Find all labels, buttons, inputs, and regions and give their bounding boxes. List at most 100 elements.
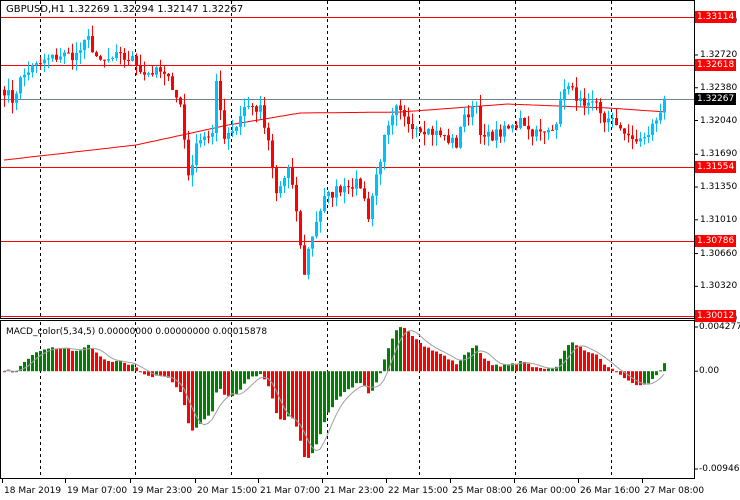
price-panel-frame bbox=[0, 0, 695, 319]
macd-histogram-bar bbox=[583, 350, 586, 372]
macd-histogram-bar bbox=[135, 367, 138, 372]
macd-histogram-bar bbox=[647, 371, 650, 384]
macd-axis-label: 0.0042770 bbox=[699, 322, 740, 332]
bullish-candle bbox=[519, 117, 522, 129]
macd-histogram-bar bbox=[587, 352, 590, 372]
macd-histogram-bar bbox=[303, 371, 306, 458]
bearish-candle bbox=[419, 128, 422, 132]
bearish-candle bbox=[539, 129, 542, 132]
bullish-candle bbox=[395, 105, 398, 116]
macd-histogram-bar bbox=[439, 353, 442, 372]
macd-histogram-bar bbox=[315, 371, 318, 445]
bearish-candle bbox=[71, 52, 74, 61]
bearish-candle bbox=[359, 178, 362, 189]
bullish-candle bbox=[643, 137, 646, 139]
bullish-candle bbox=[427, 128, 430, 135]
macd-histogram-bar bbox=[619, 371, 622, 375]
macd-histogram-bar bbox=[359, 371, 362, 384]
bullish-candle bbox=[195, 143, 198, 165]
macd-histogram-bar bbox=[531, 367, 534, 372]
bearish-candle bbox=[399, 105, 402, 111]
trading-chart[interactable] bbox=[0, 0, 740, 500]
bearish-candle bbox=[267, 127, 270, 141]
bullish-candle bbox=[307, 248, 310, 275]
macd-histogram-bar bbox=[383, 359, 386, 372]
bullish-candle bbox=[239, 116, 242, 127]
macd-histogram-bar bbox=[335, 371, 338, 400]
bearish-candle bbox=[99, 56, 102, 60]
macd-histogram-bar bbox=[547, 368, 550, 372]
macd-histogram-bar bbox=[471, 348, 474, 372]
bullish-candle bbox=[463, 114, 466, 127]
bearish-candle bbox=[351, 187, 354, 189]
macd-histogram-bar bbox=[479, 353, 482, 372]
bullish-candle bbox=[199, 140, 202, 144]
bullish-candle bbox=[107, 59, 110, 61]
bearish-candle bbox=[255, 106, 258, 112]
macd-histogram-bar bbox=[643, 371, 646, 385]
bullish-candle bbox=[371, 195, 374, 220]
macd-histogram-bar bbox=[331, 371, 334, 408]
price-axis-label: 1.31350 bbox=[700, 182, 738, 193]
macd-histogram-bar bbox=[287, 371, 290, 417]
price-axis-label: 1.31010 bbox=[700, 214, 738, 225]
bullish-candle bbox=[559, 100, 562, 125]
bearish-candle bbox=[443, 135, 446, 137]
bearish-candle bbox=[3, 89, 6, 96]
bullish-candle bbox=[323, 196, 326, 211]
macd-histogram-bar bbox=[459, 360, 462, 372]
bullish-candle bbox=[311, 236, 314, 249]
bullish-candle bbox=[319, 210, 322, 222]
macd-histogram-bar bbox=[431, 350, 434, 372]
bullish-candle bbox=[131, 55, 134, 61]
bullish-candle bbox=[387, 125, 390, 135]
time-axis-label: 25 Mar 08:00 bbox=[452, 486, 513, 496]
macd-histogram-bar bbox=[79, 350, 82, 372]
bullish-candle bbox=[283, 177, 286, 187]
price-axis-label: 1.31690 bbox=[700, 149, 738, 160]
bearish-candle bbox=[527, 125, 530, 130]
bullish-candle bbox=[415, 128, 418, 130]
macd-histogram-bar bbox=[455, 364, 458, 372]
bearish-candle bbox=[627, 133, 630, 136]
macd-histogram-bar bbox=[591, 353, 594, 372]
macd-histogram-bar bbox=[283, 371, 286, 421]
bearish-candle bbox=[91, 35, 94, 53]
macd-histogram-bar bbox=[659, 370, 662, 372]
macd-histogram-bar bbox=[247, 371, 250, 380]
macd-histogram-bar bbox=[179, 371, 182, 393]
bullish-candle bbox=[155, 67, 158, 75]
bearish-candle bbox=[635, 139, 638, 142]
bullish-candle bbox=[83, 39, 86, 51]
time-axis-label: 22 Mar 15:00 bbox=[388, 486, 449, 496]
macd-histogram-bar bbox=[279, 371, 282, 420]
macd-histogram-bar bbox=[451, 360, 454, 372]
macd-histogram-bar bbox=[39, 350, 42, 372]
bullish-candle bbox=[327, 191, 330, 197]
macd-histogram-bar bbox=[371, 371, 374, 391]
bullish-candle bbox=[259, 105, 262, 112]
bearish-candle bbox=[263, 105, 266, 128]
macd-histogram-bar bbox=[35, 352, 38, 372]
macd-histogram-bar bbox=[615, 371, 618, 373]
bullish-candle bbox=[79, 50, 82, 53]
time-axis-label: 26 Mar 00:00 bbox=[516, 486, 577, 496]
bullish-candle bbox=[227, 132, 230, 139]
macd-histogram-bar bbox=[379, 371, 382, 374]
bearish-candle bbox=[187, 139, 190, 176]
bullish-candle bbox=[203, 136, 206, 141]
bullish-candle bbox=[235, 126, 238, 132]
macd-axis-label: -0.009461 bbox=[699, 464, 740, 474]
bullish-candle bbox=[27, 72, 30, 75]
bullish-candle bbox=[567, 86, 570, 90]
macd-histogram-bar bbox=[427, 347, 430, 372]
bearish-candle bbox=[119, 52, 122, 54]
macd-histogram-bar bbox=[123, 362, 126, 372]
bearish-candle bbox=[163, 71, 166, 74]
bearish-candle bbox=[135, 55, 138, 66]
bullish-candle bbox=[215, 80, 218, 134]
time-axis-label: 26 Mar 16:00 bbox=[580, 486, 641, 496]
bearish-candle bbox=[531, 129, 534, 137]
time-axis-label: 21 Mar 07:00 bbox=[260, 486, 321, 496]
macd-histogram-bar bbox=[191, 371, 194, 431]
